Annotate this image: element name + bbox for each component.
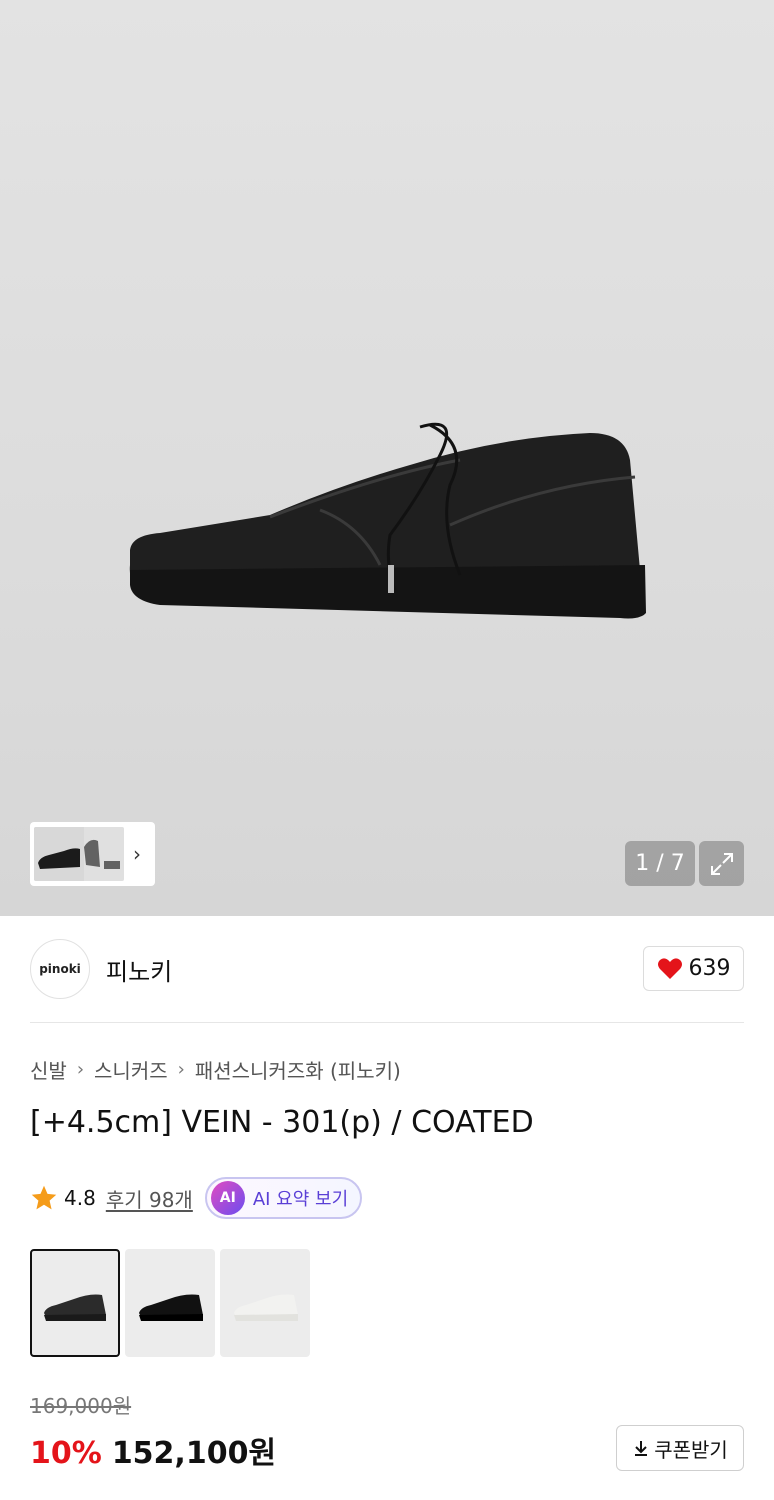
divider [30,1022,744,1023]
like-button[interactable]: 639 [643,946,744,991]
chevron-right-icon[interactable]: › [124,842,150,866]
coupon-button[interactable]: 쿠폰받기 [616,1425,744,1471]
reviews-link[interactable]: 후기 98개 [106,1184,193,1213]
discount-rate: 10% [30,1436,102,1471]
chevron-right-icon: › [177,1059,185,1080]
ai-icon: AI [210,1181,245,1215]
thumbnail-images [34,827,124,881]
breadcrumb: 신발 › 스니커즈 › 패션스니커즈화 (피노키) [30,1055,401,1084]
breadcrumb-item[interactable]: 스니커즈 [94,1055,168,1084]
heart-icon [657,957,682,979]
like-count: 639 [688,956,731,981]
product-image-gallery[interactable]: › 1 / 7 [0,0,774,916]
coupon-label: 쿠폰받기 [654,1437,728,1462]
rating-value: 4.8 [64,1186,96,1210]
product-title: [+4.5cm] VEIN - 301(p) / COATED [30,1105,534,1140]
thumbnail-strip[interactable]: › [30,822,155,886]
image-counter: 1 / 7 [625,841,695,886]
download-icon [635,1441,648,1456]
brand-name[interactable]: 피노키 [106,952,172,987]
ai-summary-button[interactable]: AI AI 요약 보기 [204,1177,363,1219]
brand-logo[interactable]: pinoki [30,939,90,999]
brand-row: pinoki 피노키 639 [30,938,744,1000]
chevron-right-icon: › [76,1059,85,1080]
original-price: 169,000원 [30,1394,132,1418]
ai-summary-label: AI 요약 보기 [252,1189,349,1210]
breadcrumb-item[interactable]: 신발 [30,1055,67,1084]
option-swatch-white[interactable] [220,1249,310,1357]
star-icon [31,1185,57,1210]
sale-price: 152,100원 [111,1436,277,1471]
breadcrumb-item[interactable]: 패션스니커즈화 (피노키) [195,1055,401,1084]
option-swatch-coated-black[interactable] [30,1249,120,1357]
price-row: 10% 152,100원 [30,1428,276,1472]
product-main-image [129,422,646,619]
color-options [30,1249,310,1357]
expand-icon[interactable] [699,841,744,886]
option-swatch-black[interactable] [125,1249,215,1357]
rating-row: 4.8 후기 98개 AI AI 요약 보기 [30,1177,363,1219]
